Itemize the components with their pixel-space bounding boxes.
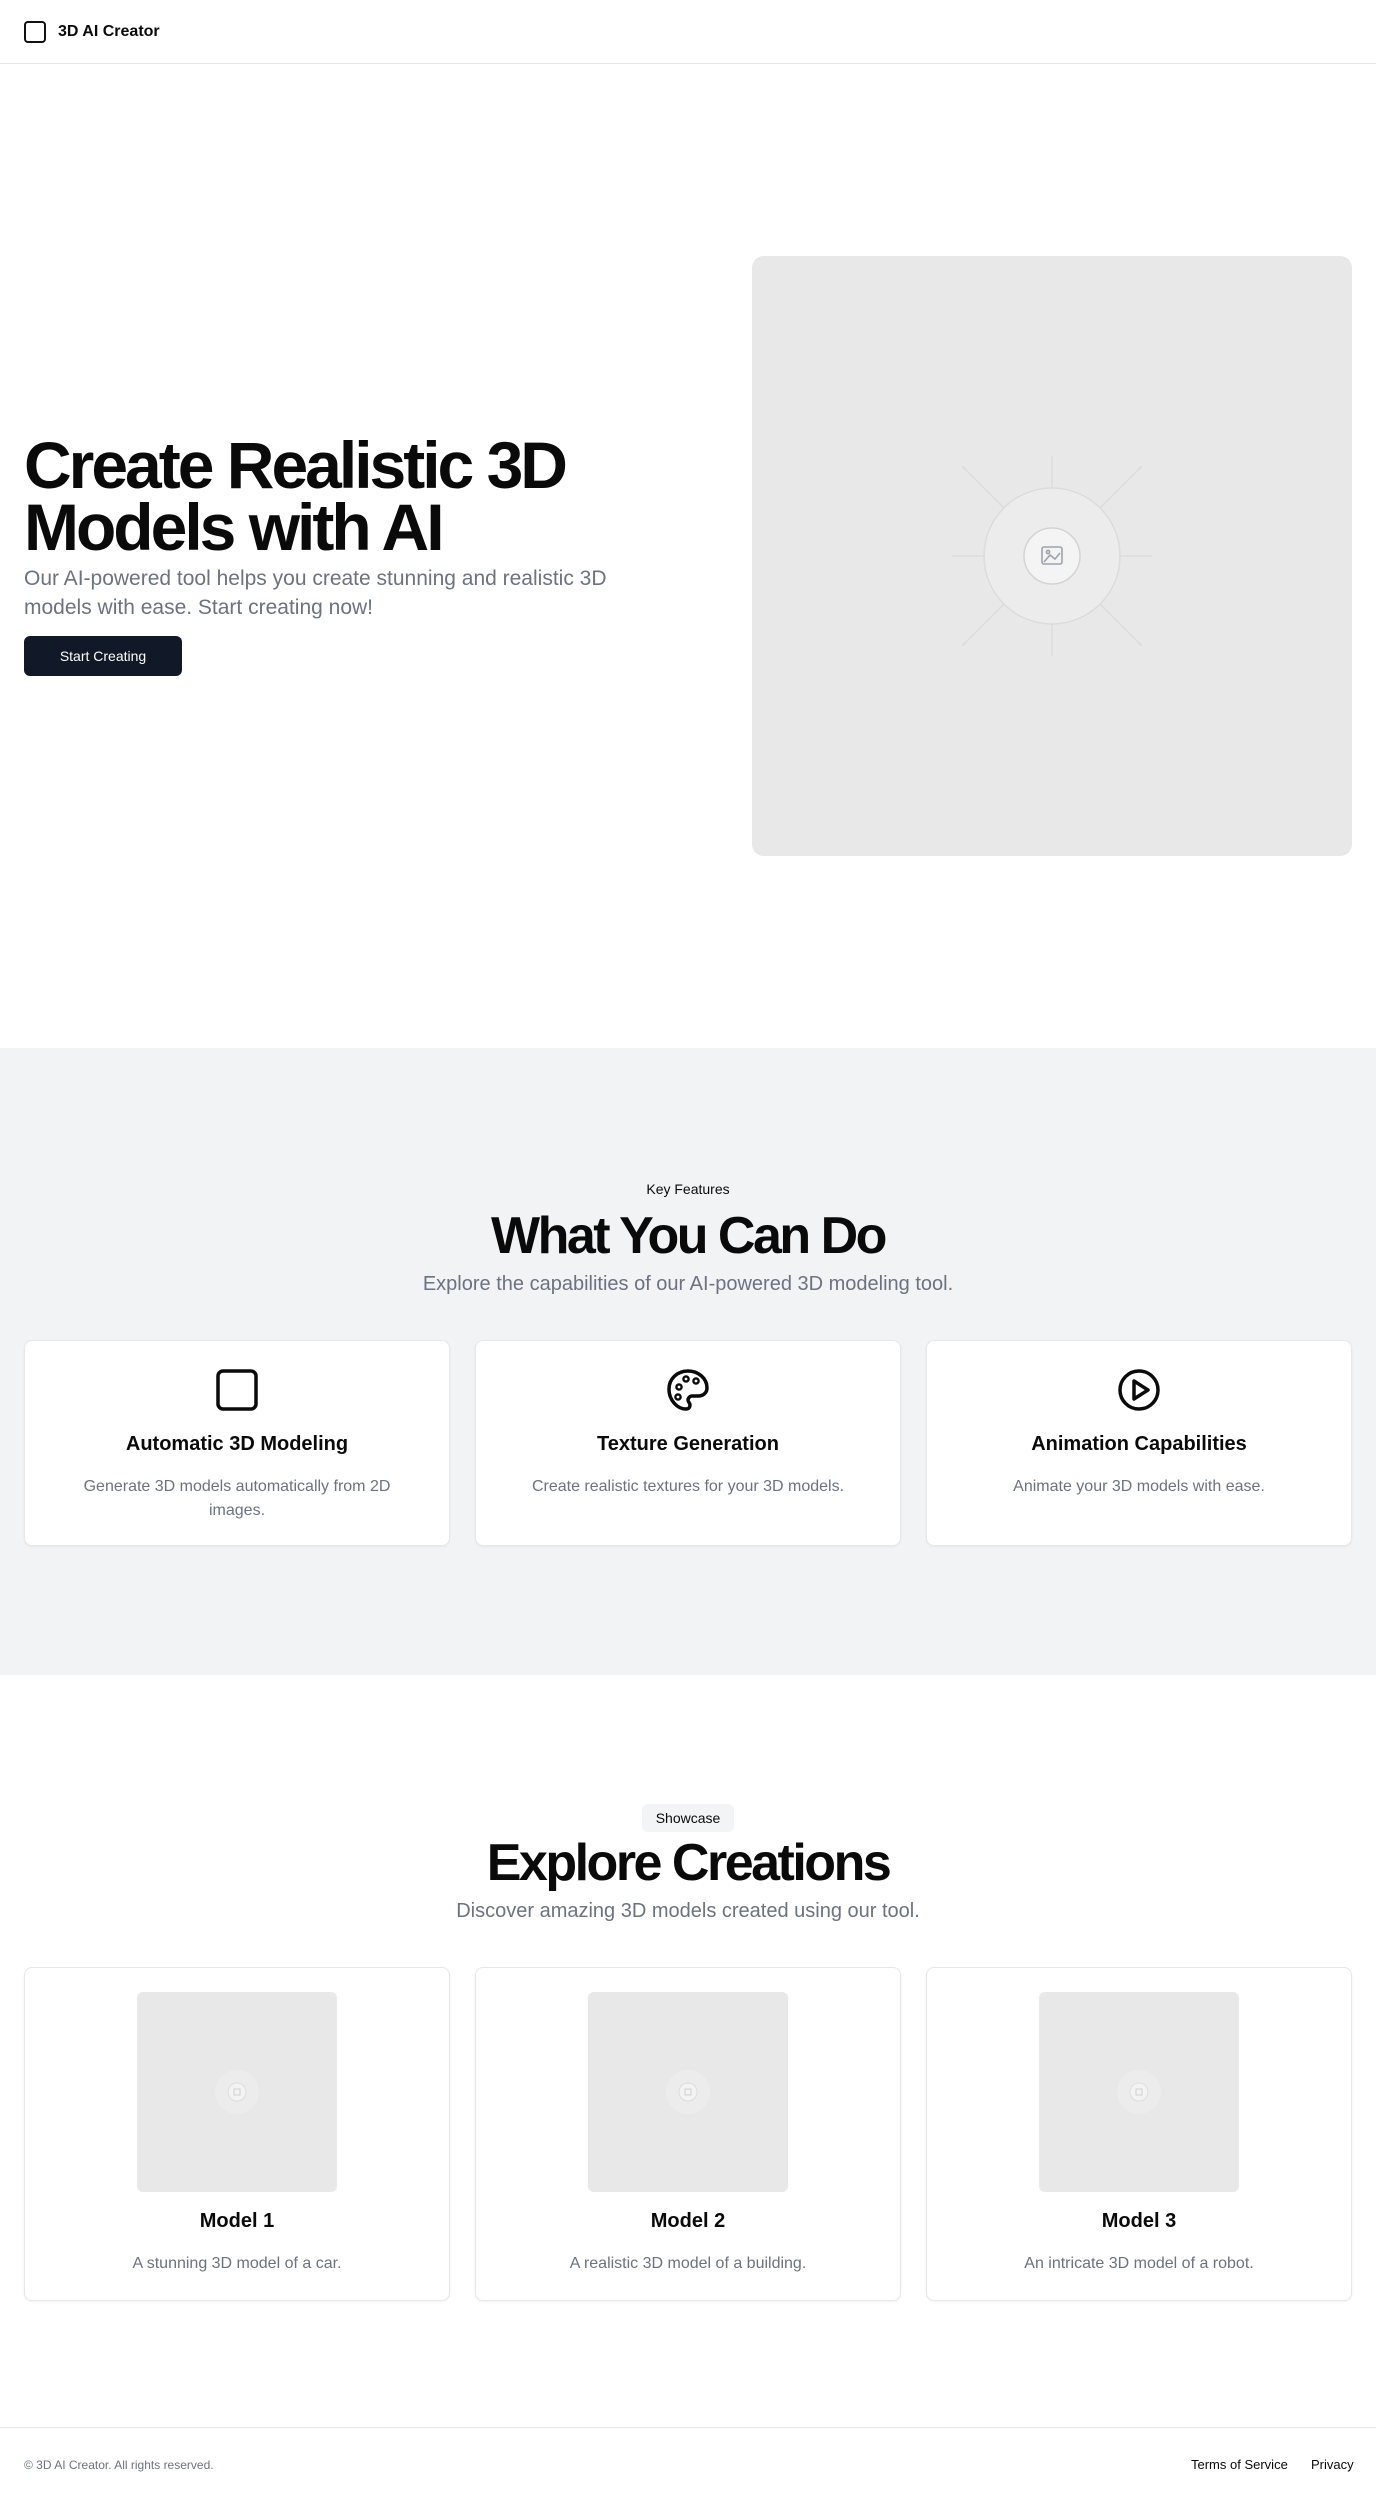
image-placeholder-icon xyxy=(1117,2070,1161,2114)
site-footer: © 3D AI Creator. All rights reserved. Te… xyxy=(0,2427,1376,2494)
features-section: Key Features What You Can Do Explore the… xyxy=(0,1048,1376,1675)
image-placeholder-icon xyxy=(952,456,1152,656)
hero-section: Create Realistic 3D Models with AI Our A… xyxy=(0,64,1376,1048)
model-title: Model 3 xyxy=(1101,2210,1177,2232)
features-subtitle: Explore the capabilities of our AI-power… xyxy=(422,1273,954,1295)
brand-name: 3D AI Creator xyxy=(58,22,160,40)
model-image-placeholder xyxy=(1039,1992,1239,2192)
brand-link[interactable]: 3D AI Creator xyxy=(24,20,160,43)
showcase-badge: Showcase xyxy=(642,1804,734,1832)
feature-title: Texture Generation xyxy=(597,1433,779,1455)
showcase-subtitle: Discover amazing 3D models created using… xyxy=(456,1900,920,1922)
model-image-placeholder xyxy=(137,1992,337,2192)
features-eyebrow: Key Features xyxy=(646,1181,730,1197)
model-card[interactable]: Model 3 An intricate 3D model of a robot… xyxy=(926,1967,1352,2301)
model-title: Model 1 xyxy=(199,2210,275,2232)
image-placeholder-icon xyxy=(215,2070,259,2114)
model-description: A realistic 3D model of a building. xyxy=(569,2255,807,2272)
feature-title: Animation Capabilities xyxy=(1031,1433,1247,1455)
feature-card-automatic-modeling: Automatic 3D Modeling Generate 3D models… xyxy=(24,1340,450,1546)
feature-title: Automatic 3D Modeling xyxy=(125,1433,349,1455)
square-icon xyxy=(216,1369,258,1411)
model-card[interactable]: Model 1 A stunning 3D model of a car. xyxy=(24,1967,450,2301)
model-description: A stunning 3D model of a car. xyxy=(132,2255,342,2272)
model-description: An intricate 3D model of a robot. xyxy=(1024,2255,1254,2272)
feature-description: Create realistic textures for your 3D mo… xyxy=(531,1478,845,1495)
start-creating-button[interactable]: Start Creating xyxy=(24,636,182,676)
palette-icon xyxy=(667,1369,709,1411)
showcase-title: Explore Creations xyxy=(486,1834,892,1892)
model-card[interactable]: Model 2 A realistic 3D model of a buildi… xyxy=(475,1967,901,2301)
privacy-link[interactable]: Privacy xyxy=(1311,2457,1354,2472)
model-title: Model 2 xyxy=(650,2210,726,2232)
feature-description: Animate your 3D models with ease. xyxy=(1013,1478,1265,1495)
features-title: What You Can Do xyxy=(491,1207,887,1265)
hero-subtitle: Our AI-powered tool helps you create stu… xyxy=(24,567,607,619)
showcase-section: Showcase Explore Creations Discover amaz… xyxy=(0,1675,1376,2427)
hero-image-placeholder xyxy=(752,256,1352,856)
play-circle-icon xyxy=(1118,1369,1160,1411)
terms-of-service-link[interactable]: Terms of Service xyxy=(1191,2457,1288,2472)
feature-card-animation: Animation Capabilities Animate your 3D m… xyxy=(926,1340,1352,1546)
feature-description: Generate 3D models automatically from 2D… xyxy=(83,1478,391,1519)
site-header: 3D AI Creator xyxy=(0,0,1376,64)
feature-card-texture-generation: Texture Generation Create realistic text… xyxy=(475,1340,901,1546)
hero-title: Create Realistic 3D Models with AI xyxy=(24,428,568,564)
image-placeholder-icon xyxy=(666,2070,710,2114)
copyright-text: © 3D AI Creator. All rights reserved. xyxy=(24,2458,214,2472)
square-icon xyxy=(24,20,46,43)
model-image-placeholder xyxy=(588,1992,788,2192)
